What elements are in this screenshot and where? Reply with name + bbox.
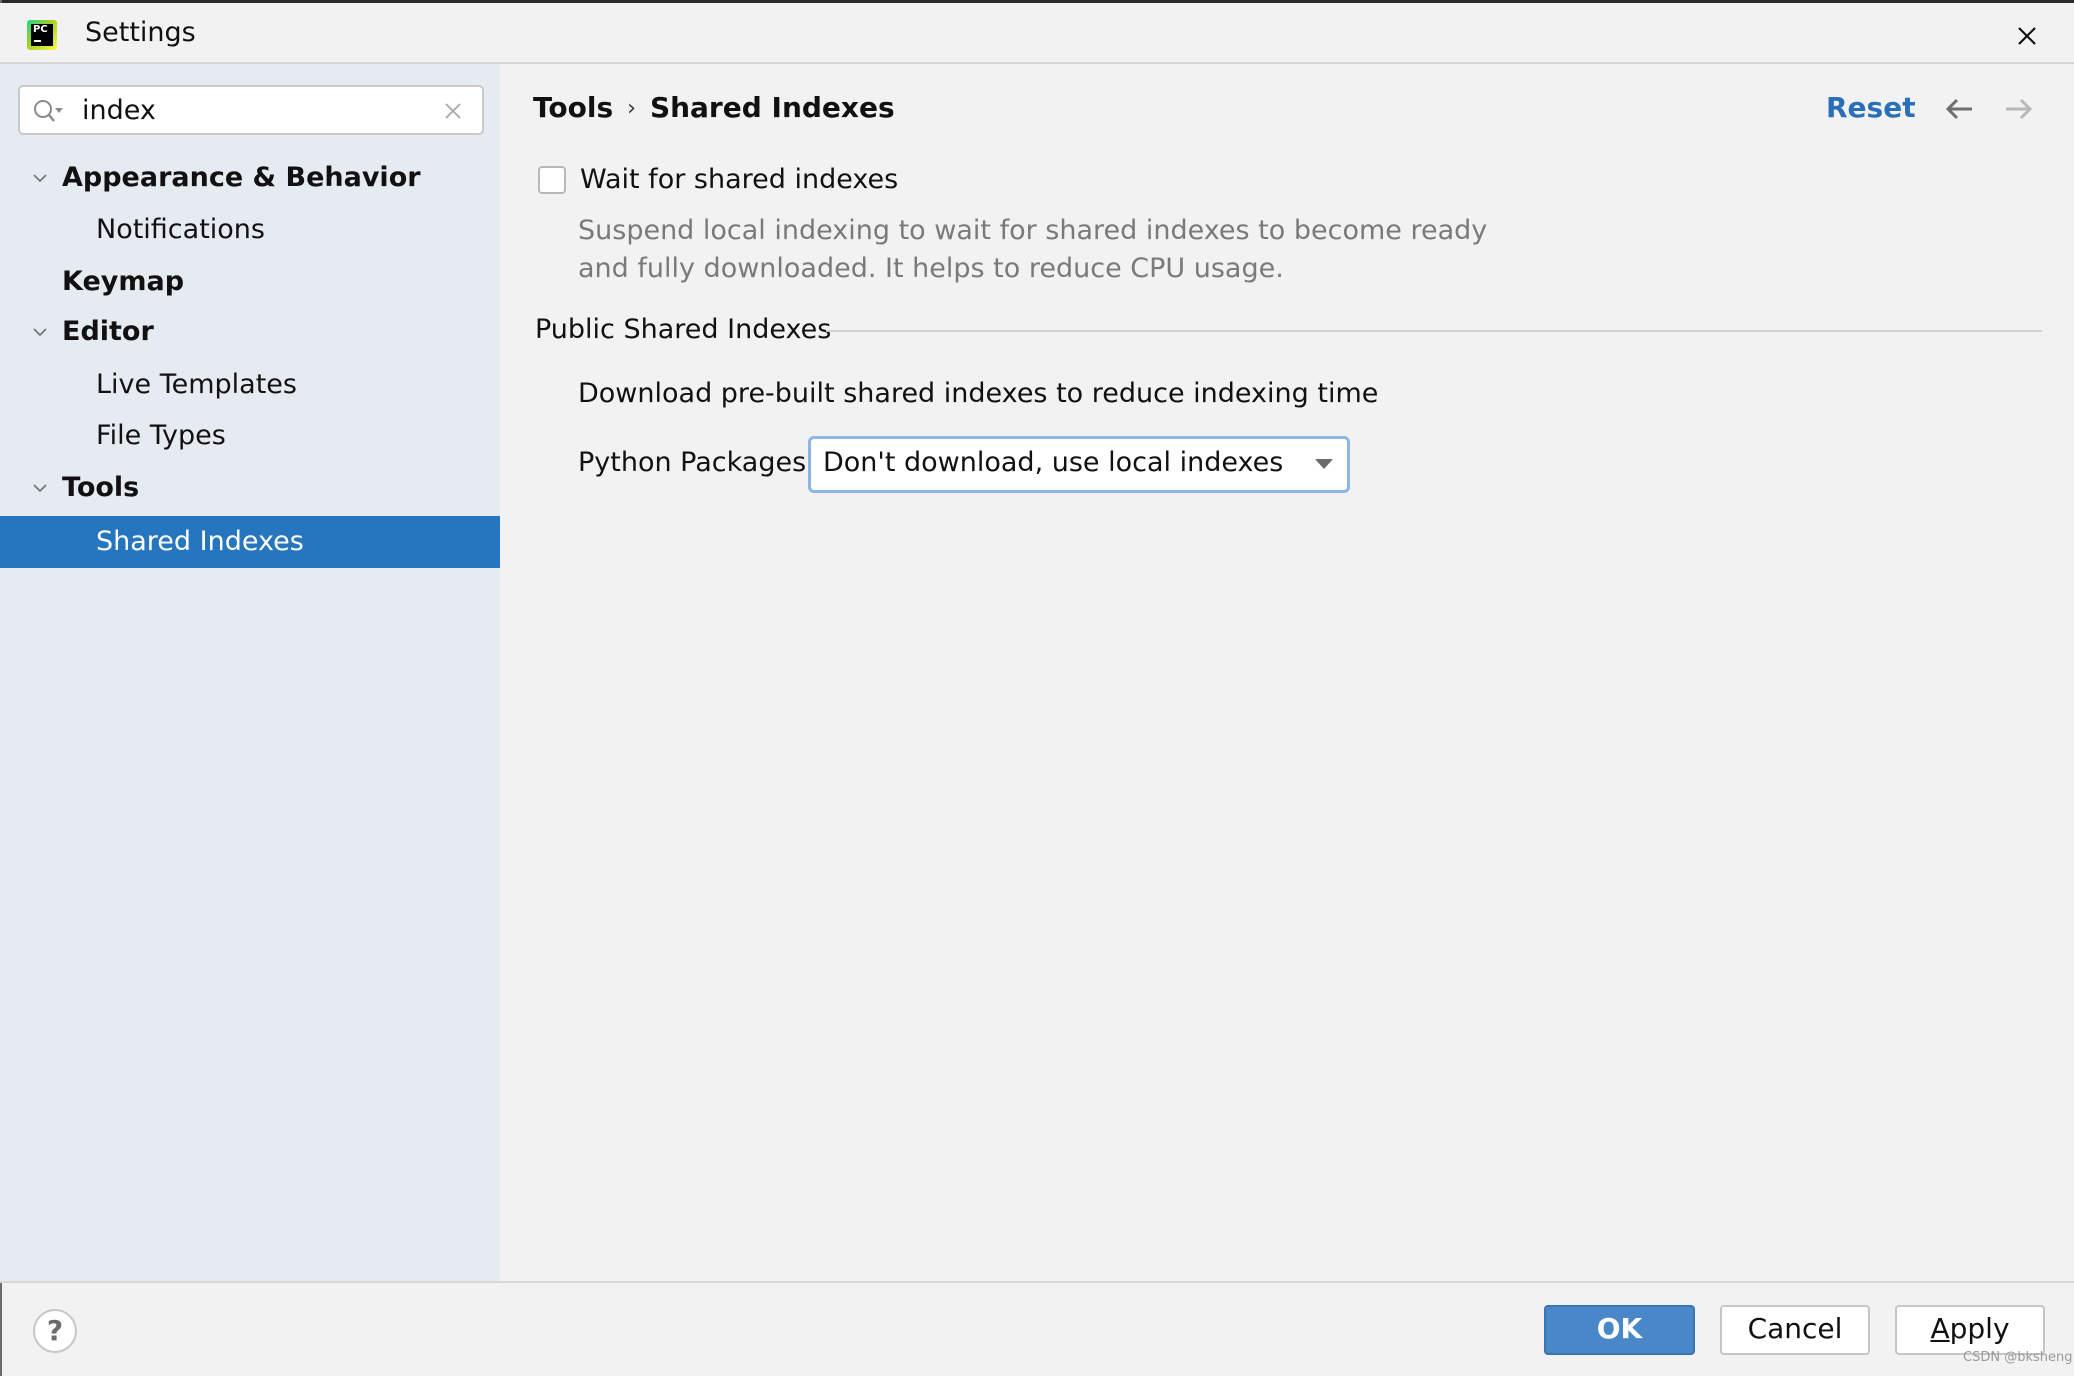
logo-inner: PC xyxy=(31,24,53,46)
search-input[interactable]: index xyxy=(82,95,156,126)
sidebar-item-keymap[interactable]: Keymap xyxy=(0,256,500,308)
back-button[interactable] xyxy=(1944,96,1976,122)
sidebar-item-file-types[interactable]: File Types xyxy=(0,410,500,462)
arrow-right-icon xyxy=(2006,98,2033,120)
breadcrumb: Tools › Shared Indexes xyxy=(533,91,895,124)
search-icon[interactable] xyxy=(32,97,66,125)
sidebar-item-label: Editor xyxy=(62,316,154,347)
window-title: Settings xyxy=(85,17,196,48)
footer-separator xyxy=(0,1281,2074,1283)
download-description: Download pre-built shared indexes to red… xyxy=(578,378,1379,409)
sidebar-item-label: File Types xyxy=(96,420,226,451)
chevron-down-icon[interactable] xyxy=(30,168,50,188)
apply-button[interactable]: Apply xyxy=(1895,1305,2045,1355)
sidebar-item-notifications[interactable]: Notifications xyxy=(0,204,500,256)
arrow-left-icon xyxy=(1945,98,1972,120)
group-separator xyxy=(826,330,2042,332)
sidebar-item-live-templates[interactable]: Live Templates xyxy=(0,359,500,411)
clear-icon xyxy=(445,103,461,119)
python-packages-dropdown[interactable]: Don't download, use local indexes xyxy=(808,436,1350,493)
ok-button[interactable]: OK xyxy=(1544,1305,1695,1355)
cancel-button[interactable]: Cancel xyxy=(1720,1305,1870,1355)
public-shared-indexes-heading: Public Shared Indexes xyxy=(535,314,832,345)
breadcrumb-item-tools[interactable]: Tools xyxy=(533,91,613,124)
sidebar-item-shared-indexes[interactable]: Shared Indexes xyxy=(0,516,500,568)
sidebar-item-label: Tools xyxy=(62,472,140,503)
pycharm-logo-icon: PC xyxy=(27,20,57,50)
logo-text: PC xyxy=(33,24,48,35)
wait-for-shared-indexes-checkbox[interactable] xyxy=(538,166,566,194)
wait-description-line-1: Suspend local indexing to wait for share… xyxy=(578,215,1488,246)
wait-for-shared-indexes-label[interactable]: Wait for shared indexes xyxy=(580,164,898,195)
sidebar-item-tools[interactable]: Tools xyxy=(0,462,500,514)
search-field[interactable]: index xyxy=(18,85,484,135)
sidebar-item-label: Appearance & Behavior xyxy=(62,162,421,193)
sidebar-item-editor[interactable]: Editor xyxy=(0,306,500,358)
python-packages-label: Python Packages: xyxy=(578,447,816,478)
sidebar-item-label: Live Templates xyxy=(96,369,297,400)
close-button[interactable] xyxy=(2010,19,2044,53)
watermark: CSDN @bksheng xyxy=(1963,1350,2073,1365)
sidebar-item-label: Shared Indexes xyxy=(96,526,304,557)
apply-mnemonic: A xyxy=(1930,1312,1950,1345)
close-icon xyxy=(2018,27,2036,45)
breadcrumb-separator-icon: › xyxy=(627,96,636,121)
chevron-down-icon[interactable] xyxy=(30,322,50,342)
sidebar-item-label: Notifications xyxy=(96,214,265,245)
clear-search-button[interactable] xyxy=(443,101,463,121)
reset-link[interactable]: Reset xyxy=(1826,91,1916,124)
wait-description: Suspend local indexing to wait for share… xyxy=(578,212,1578,288)
python-packages-selected-value: Don't download, use local indexes xyxy=(823,447,1284,478)
breadcrumb-item-shared-indexes: Shared Indexes xyxy=(649,91,895,124)
help-button[interactable]: ? xyxy=(33,1309,77,1353)
apply-label-rest: pply xyxy=(1949,1312,2010,1345)
dropdown-arrow-icon xyxy=(1315,459,1333,469)
chevron-down-icon[interactable] xyxy=(30,478,50,498)
forward-button[interactable] xyxy=(2002,96,2034,122)
title-bar: PC Settings xyxy=(0,3,2074,64)
wait-description-line-2: and fully downloaded. It helps to reduce… xyxy=(578,253,1284,284)
sidebar-item-appearance-behavior[interactable]: Appearance & Behavior xyxy=(0,152,500,204)
logo-underscore xyxy=(34,40,41,42)
sidebar-item-label: Keymap xyxy=(62,266,185,297)
